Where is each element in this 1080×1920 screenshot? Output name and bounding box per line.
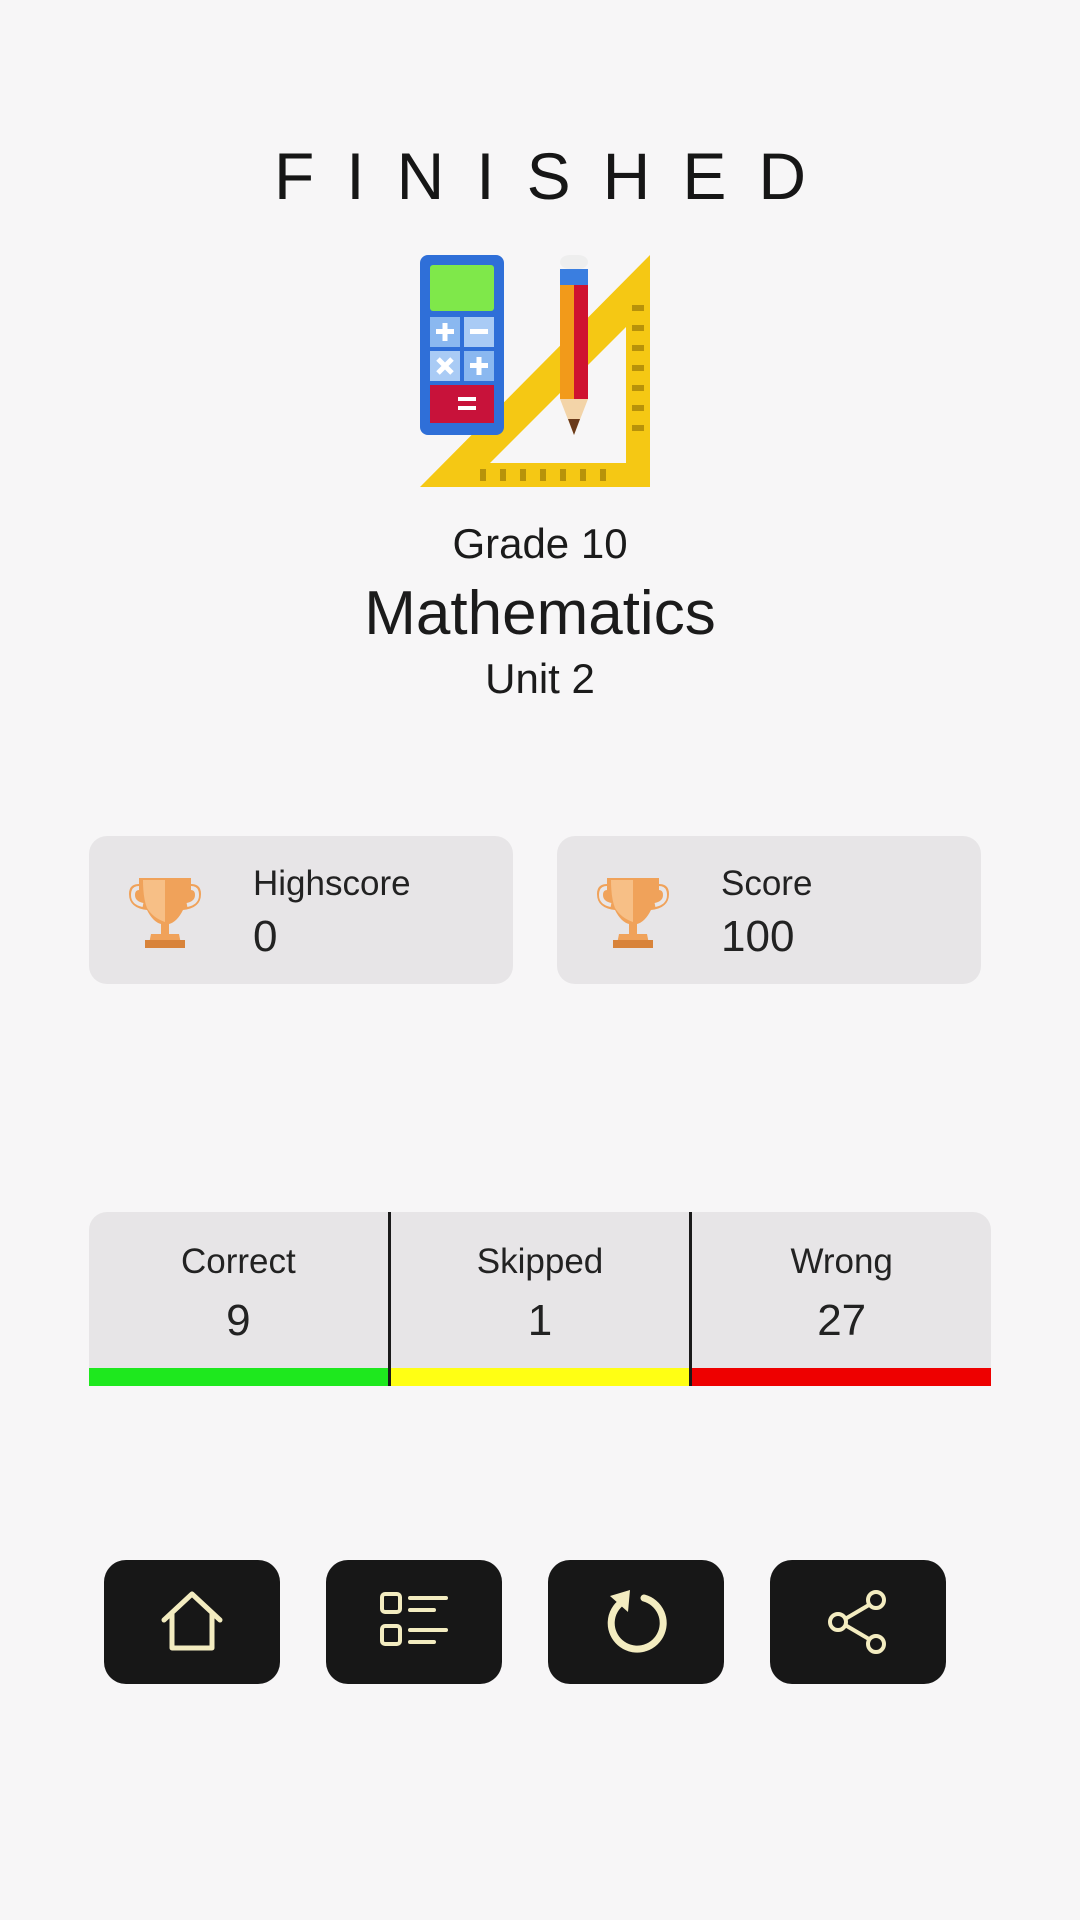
answer-stats: Correct 9 Skipped 1 Wrong 27 (89, 1212, 991, 1386)
correct-value: 9 (226, 1296, 251, 1345)
list-icon (380, 1592, 448, 1646)
calculator-ruler-pencil-icon (420, 255, 650, 487)
score-value: 100 (721, 912, 795, 961)
highscore-card: Highscore 0 (89, 836, 513, 984)
skipped-label: Skipped (476, 1242, 604, 1281)
wrong-label: Wrong (790, 1242, 893, 1281)
grade-label: Grade (452, 520, 570, 567)
unit-line: Unit 2 (0, 655, 1080, 703)
trophy-icon (125, 870, 205, 950)
correct-bar (89, 1368, 388, 1386)
home-button[interactable] (104, 1560, 280, 1684)
action-bar (104, 1560, 976, 1684)
highscore-value: 0 (253, 912, 278, 961)
skipped-value: 1 (527, 1296, 553, 1345)
refresh-icon (607, 1590, 667, 1653)
stat-wrong: Wrong 27 (689, 1212, 991, 1386)
score-label: Score (721, 864, 813, 903)
correct-label: Correct (180, 1242, 296, 1281)
wrong-value: 27 (817, 1296, 867, 1345)
unit-label: Unit (485, 655, 560, 702)
share-icon (828, 1590, 886, 1654)
skipped-bar (390, 1368, 690, 1386)
unit-value: 2 (571, 655, 595, 702)
grade-line: Grade 10 (0, 520, 1080, 568)
stat-correct: Correct 9 (89, 1212, 388, 1386)
highscore-label: Highscore (253, 864, 411, 903)
score-card: Score 100 (557, 836, 981, 984)
stat-skipped: Skipped 1 (387, 1212, 690, 1386)
subject-title: Mathematics (364, 579, 716, 648)
share-button[interactable] (770, 1560, 946, 1684)
retry-button[interactable] (548, 1560, 724, 1684)
home-icon (161, 1591, 223, 1651)
page-title: FINISHED (273, 139, 839, 213)
wrong-bar (692, 1368, 991, 1386)
grade-value: 10 (580, 520, 628, 567)
trophy-icon (593, 870, 673, 950)
review-list-button[interactable] (326, 1560, 502, 1684)
